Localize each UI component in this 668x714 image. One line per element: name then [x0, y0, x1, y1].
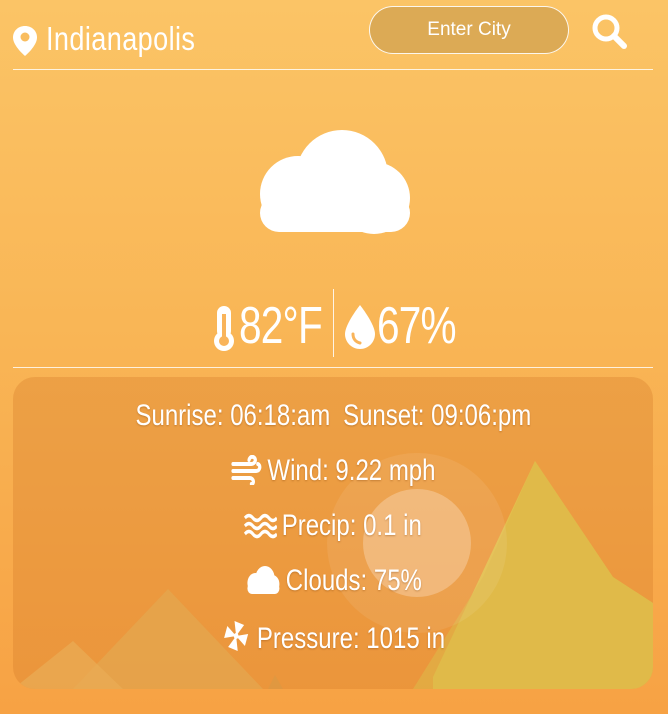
temperature-value: 82°F — [239, 297, 323, 355]
thermometer-icon — [214, 306, 234, 351]
precip-row: Precip: 0.1 in — [13, 509, 653, 543]
current-stats — [0, 288, 668, 358]
clouds-value: 75% — [373, 564, 422, 597]
sun-times-row: Sunrise: 06:18:am Sunset: 09:06:pm — [13, 399, 653, 433]
sunrise-value: 06:18:am — [229, 399, 330, 432]
waves-icon — [244, 513, 279, 539]
pressure-row: Pressure: 1015 in — [13, 619, 653, 656]
pinwheel-icon — [224, 621, 249, 651]
clouds-label: Clouds: — [285, 564, 368, 597]
stats-bottom-divider — [13, 367, 653, 368]
location-pin-icon — [13, 26, 37, 56]
cloud-icon — [260, 130, 410, 234]
wind-value: 9.22 mph — [335, 454, 436, 487]
precip-label: Precip: — [282, 509, 357, 542]
search-icon[interactable] — [590, 12, 630, 52]
sunset-label: Sunset: — [342, 399, 425, 432]
pressure-label: Pressure: — [257, 622, 361, 655]
sunrise-label: Sunrise: — [135, 399, 224, 432]
city-search-input[interactable] — [369, 6, 569, 54]
clouds-row: Clouds: 75% — [13, 564, 653, 598]
pressure-value: 1015 in — [366, 622, 446, 655]
stats-divider — [333, 289, 334, 357]
humidity-value: 67% — [377, 297, 457, 355]
humidity-drop-icon — [345, 305, 375, 349]
wind-row: Wind: 9.22 mph — [13, 454, 653, 488]
precip-value: 0.1 in — [363, 509, 423, 542]
sunset-value: 09:06:pm — [430, 399, 531, 432]
details-panel: Sunrise: 06:18:am Sunset: 09:06:pm Wind: … — [13, 377, 653, 689]
cloud-small-icon — [247, 566, 280, 594]
header-divider — [13, 69, 653, 70]
location-name: Indianapolis — [46, 20, 196, 57]
header-bar: Indianapolis — [0, 0, 668, 70]
wind-label: Wind: — [267, 454, 329, 487]
wind-icon — [231, 454, 262, 486]
